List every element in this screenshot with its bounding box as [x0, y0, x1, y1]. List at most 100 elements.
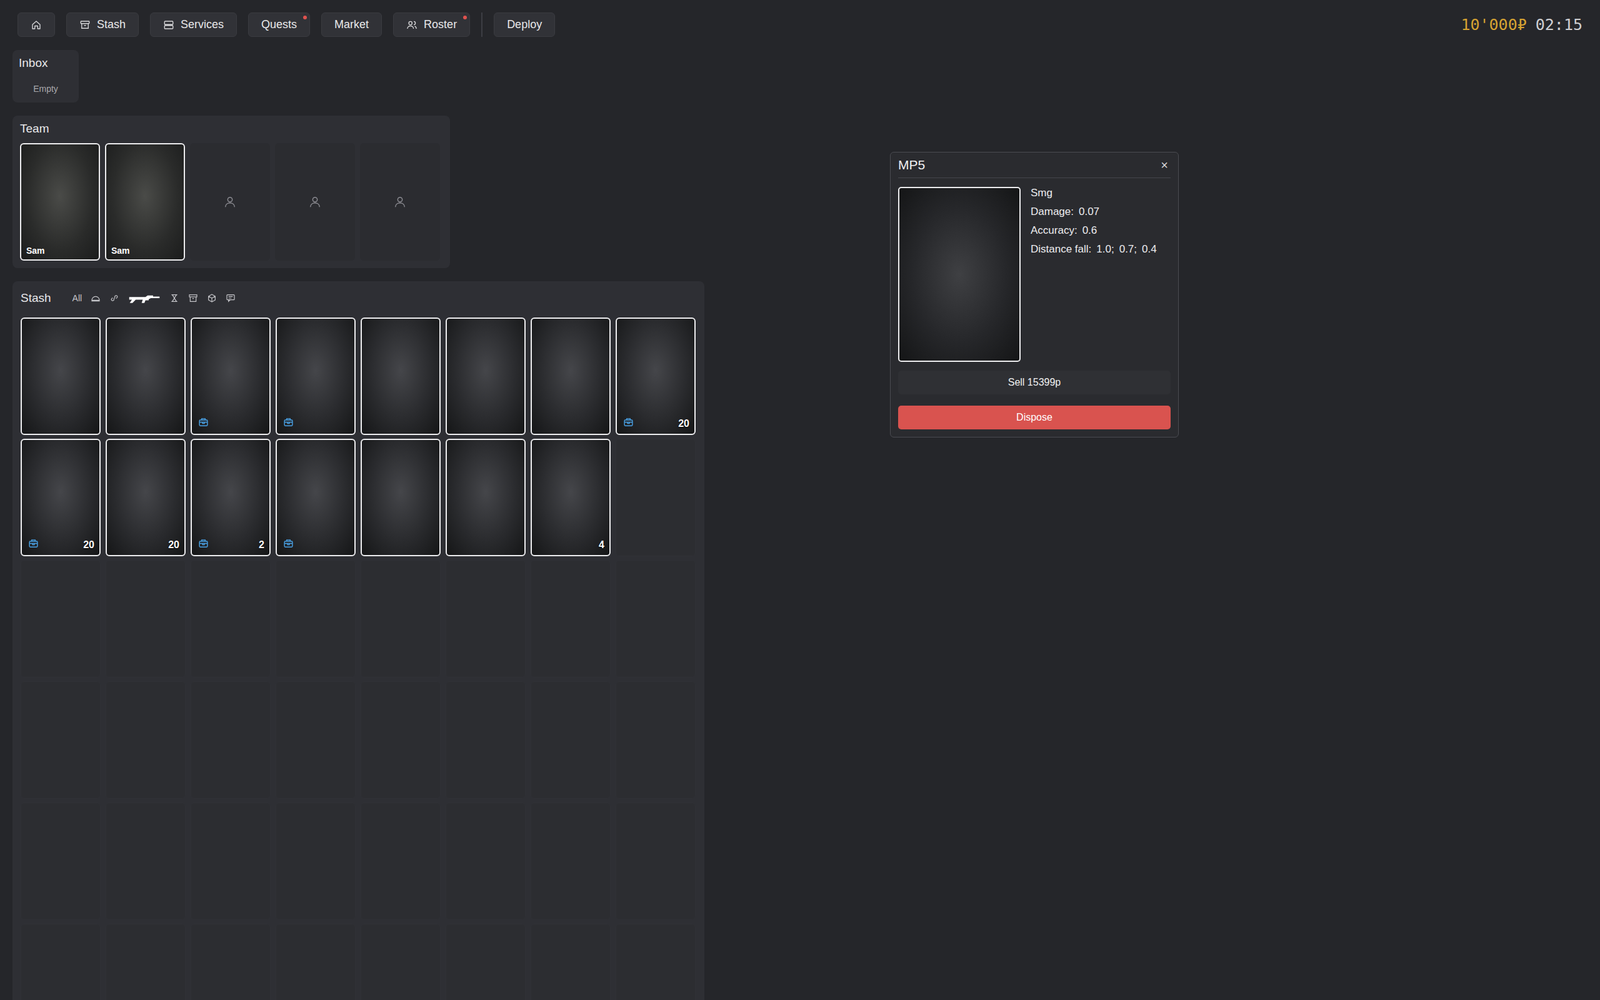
case-icon — [283, 416, 294, 428]
empty-cell[interactable] — [275, 923, 356, 1000]
empty-cell[interactable] — [530, 560, 611, 678]
empty-cell[interactable] — [360, 923, 441, 1000]
stat-value: 0.6 — [1082, 224, 1098, 237]
empty-cell[interactable] — [445, 560, 526, 678]
filter-button[interactable] — [125, 291, 164, 305]
empty-cell[interactable] — [445, 802, 526, 920]
home-button[interactable] — [17, 12, 55, 37]
empty-cell[interactable] — [275, 560, 356, 678]
empty-cell[interactable] — [360, 560, 441, 678]
empty-cell[interactable] — [530, 681, 611, 799]
nav-button[interactable]: Stash — [66, 12, 139, 37]
sell-button[interactable]: Sell 15399р — [898, 370, 1171, 395]
empty-cell[interactable] — [615, 438, 696, 557]
person-icon — [393, 195, 407, 209]
nav-button[interactable]: Market — [321, 12, 382, 37]
filter-button[interactable] — [185, 291, 201, 305]
filter-button[interactable] — [204, 291, 220, 305]
empty-cell[interactable] — [105, 681, 186, 799]
stash-item[interactable] — [190, 317, 271, 435]
stash-item[interactable] — [445, 317, 526, 435]
filter-button[interactable]: All — [70, 291, 85, 305]
empty-cell[interactable] — [190, 802, 271, 920]
case-icon — [283, 538, 294, 549]
team-slot[interactable] — [275, 143, 355, 261]
stash-item[interactable] — [275, 317, 356, 435]
stash-item[interactable]: 20 — [615, 317, 696, 435]
empty-cell[interactable] — [445, 681, 526, 799]
money: 10'000₽ — [1460, 15, 1527, 34]
stash-item[interactable] — [275, 438, 356, 557]
stash-item[interactable]: 20 — [105, 438, 186, 557]
distance-fall-row: Distance fall:1.0;0.7;0.4 — [1030, 243, 1157, 256]
member-name: Sam — [111, 245, 130, 256]
item-details-body: SmgDamage:0.07Accuracy:0.6Distance fall:… — [898, 186, 1171, 362]
stash-item[interactable] — [445, 438, 526, 557]
filter-bar: All — [70, 291, 239, 305]
empty-cell[interactable] — [445, 923, 526, 1000]
empty-cell[interactable] — [615, 681, 696, 799]
empty-cell[interactable] — [20, 681, 101, 799]
team-slots: Sam Sam — [20, 143, 443, 261]
empty-cell[interactable] — [360, 681, 441, 799]
empty-cell[interactable] — [360, 802, 441, 920]
nav-label: Roster — [423, 18, 457, 32]
stash-item[interactable] — [360, 317, 441, 435]
stash-item[interactable] — [20, 317, 101, 435]
deploy-button[interactable]: Deploy — [493, 12, 555, 37]
stat-value: 1.0; — [1096, 243, 1114, 256]
filter-button[interactable] — [88, 291, 104, 305]
stash-title: Stash — [20, 291, 52, 305]
filter-button[interactable] — [166, 291, 182, 305]
nav-label: Stash — [96, 18, 126, 32]
nav-button[interactable]: Quests — [248, 12, 310, 37]
inbox-empty-text: Empty — [18, 83, 73, 94]
filter-button[interactable] — [106, 291, 122, 305]
empty-cell[interactable] — [530, 923, 611, 1000]
main-nav: Stash Services Quests Market Roster Deploy — [17, 12, 555, 37]
empty-cell[interactable] — [20, 560, 101, 678]
case-icon — [28, 538, 39, 549]
inbox-panel: Inbox Empty — [12, 50, 79, 103]
item-image — [898, 186, 1021, 362]
empty-cell[interactable] — [20, 923, 101, 1000]
team-slot[interactable] — [360, 143, 440, 261]
stash-item[interactable]: 4 — [530, 438, 611, 557]
stash-item[interactable] — [105, 317, 186, 435]
empty-cell[interactable] — [275, 681, 356, 799]
stash-item[interactable]: 2 — [190, 438, 271, 557]
empty-cell[interactable] — [105, 802, 186, 920]
team-slot[interactable]: Sam — [105, 143, 185, 261]
empty-cell[interactable] — [105, 923, 186, 1000]
nav-separator — [481, 12, 483, 37]
link-icon — [109, 293, 120, 304]
empty-cell[interactable] — [190, 923, 271, 1000]
team-slot[interactable] — [190, 143, 270, 261]
item-count: 4 — [598, 539, 605, 551]
empty-cell[interactable] — [105, 560, 186, 678]
empty-cell[interactable] — [615, 560, 696, 678]
nav-button[interactable]: Services — [150, 12, 237, 37]
inbox-title: Inbox — [18, 56, 73, 70]
nav-label: Quests — [261, 18, 297, 32]
empty-cell[interactable] — [530, 802, 611, 920]
filter-button[interactable] — [223, 291, 239, 305]
dispose-button[interactable]: Dispose — [898, 405, 1171, 430]
empty-cell[interactable] — [20, 802, 101, 920]
empty-cell[interactable] — [275, 802, 356, 920]
empty-cell[interactable] — [615, 802, 696, 920]
empty-cell[interactable] — [190, 560, 271, 678]
nav-button[interactable]: Roster — [393, 12, 470, 37]
stash-item[interactable] — [360, 438, 441, 557]
stash-item[interactable]: 20 — [20, 438, 101, 557]
stat-label: Distance fall: — [1030, 243, 1092, 256]
stash-item[interactable] — [530, 317, 611, 435]
close-button[interactable]: × — [1158, 158, 1171, 173]
team-slot[interactable]: Sam — [20, 143, 100, 261]
archive-icon — [79, 19, 91, 31]
empty-cell[interactable] — [190, 681, 271, 799]
helmet-icon — [90, 293, 101, 304]
nav-label: Services — [180, 18, 224, 32]
empty-cell[interactable] — [615, 923, 696, 1000]
team-panel: TeamSamSam — [12, 115, 450, 269]
